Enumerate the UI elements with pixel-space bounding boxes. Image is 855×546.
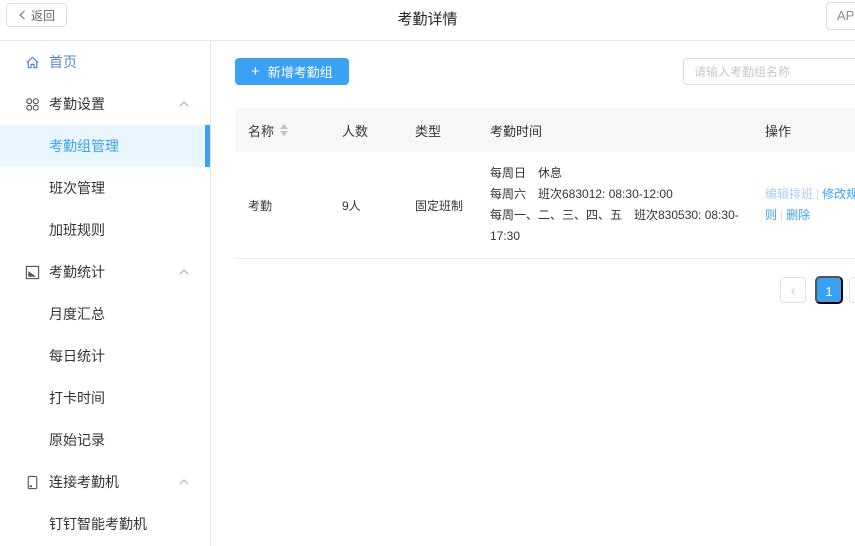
sidebar-item-label: 每日统计 — [49, 346, 105, 366]
cell-type: 固定班制 — [415, 197, 490, 214]
sidebar-item-dingtalk-smart-device[interactable]: 钉钉智能考勤机 — [0, 503, 210, 545]
chevron-up-icon — [179, 269, 189, 275]
sidebar-item-shift-management[interactable]: 班次管理 — [0, 167, 210, 209]
search-input[interactable] — [683, 58, 855, 85]
sidebar-item-overtime-rules[interactable]: 加班规则 — [0, 209, 210, 251]
cell-schedule: 每周日 休息 每周六 班次683012: 08:30-12:00 每周一、二、三… — [490, 163, 765, 247]
plus-icon: + — [251, 64, 260, 79]
sidebar-item-clock-times[interactable]: 打卡时间 — [0, 377, 210, 419]
table-row: 考勤 9人 固定班制 每周日 休息 每周六 班次683012: 08:30-12… — [235, 152, 855, 259]
header-actions: 操作 — [765, 121, 855, 140]
sidebar-item-raw-records[interactable]: 原始记录 — [0, 419, 210, 461]
sidebar-item-label: 原始记录 — [49, 430, 105, 450]
pagination-page-1[interactable]: 1 — [815, 276, 843, 304]
sidebar-item-label: 钉钉智能考勤机 — [49, 514, 147, 534]
sidebar-item-label: 考勤设置 — [49, 94, 105, 114]
header-count: 人数 — [342, 121, 415, 140]
top-right-button[interactable]: AP — [826, 2, 855, 30]
cell-name: 考勤 — [235, 197, 342, 214]
delete-link[interactable]: 删除 — [786, 208, 810, 222]
sidebar-item-label: 首页 — [49, 52, 77, 72]
header-name-label: 名称 — [248, 121, 274, 140]
cell-count: 9人 — [342, 197, 415, 214]
sidebar-item-label: 打卡时间 — [49, 388, 105, 408]
chevron-up-icon — [179, 101, 189, 107]
add-attendance-group-button[interactable]: + 新增考勤组 — [235, 58, 349, 85]
sidebar-item-label: 月度汇总 — [49, 304, 105, 324]
attendance-device-icon — [24, 474, 40, 490]
top-bar: 返回 考勤详情 AP — [0, 0, 855, 41]
attendance-settings-icon — [24, 96, 40, 112]
sidebar-item-label: 班次管理 — [49, 178, 105, 198]
attendance-stats-icon — [24, 264, 40, 280]
sort-control[interactable]: 名称 — [248, 121, 288, 140]
main-content: + 新增考勤组 名称 人数 类型 考勤时间 操作 考勤 9人 固定班制 每周日 … — [211, 41, 855, 546]
header-name: 名称 — [235, 121, 342, 140]
schedule-line: 每周六 班次683012: 08:30-12:00 — [490, 184, 765, 205]
edit-schedule-link[interactable]: 编辑排班 — [765, 187, 813, 201]
table-header-row: 名称 人数 类型 考勤时间 操作 — [235, 108, 855, 152]
sidebar-item-monthly-summary[interactable]: 月度汇总 — [0, 293, 210, 335]
sidebar-item-label: 加班规则 — [49, 220, 105, 240]
header-time: 考勤时间 — [490, 121, 765, 140]
attendance-group-table: 名称 人数 类型 考勤时间 操作 考勤 9人 固定班制 每周日 休息 每周六 班… — [235, 108, 855, 259]
pagination-next-button[interactable]: › — [849, 277, 855, 303]
page-title: 考勤详情 — [0, 0, 855, 40]
sort-icon — [280, 124, 288, 136]
sidebar-item-label: 连接考勤机 — [49, 472, 119, 492]
sidebar-item-label: 考勤统计 — [49, 262, 105, 282]
sidebar-item-attendance-group-management[interactable]: 考勤组管理 — [0, 125, 210, 167]
action-separator: | — [780, 208, 783, 222]
sidebar-item-attendance-stats[interactable]: 考勤统计 — [0, 251, 210, 293]
schedule-line: 每周一、二、三、四、五 班次830530: 08:30-17:30 — [490, 205, 765, 247]
sidebar-item-attendance-settings[interactable]: 考勤设置 — [0, 83, 210, 125]
cell-actions: 编辑排班|修改规则|删除 — [765, 184, 855, 226]
sidebar-item-home[interactable]: 首页 — [0, 41, 210, 83]
home-icon — [24, 54, 40, 70]
add-button-label: 新增考勤组 — [268, 62, 333, 81]
sidebar-item-connect-device[interactable]: 连接考勤机 — [0, 461, 210, 503]
schedule-line: 每周日 休息 — [490, 163, 765, 184]
action-separator: | — [816, 187, 819, 201]
sidebar-item-label: 考勤组管理 — [49, 136, 119, 156]
sidebar-item-daily-stats[interactable]: 每日统计 — [0, 335, 210, 377]
sidebar: 首页 考勤设置 考勤组管理 班次管理 加班规则 考勤统计 月度汇总 每日统计 打… — [0, 41, 211, 546]
header-type: 类型 — [415, 121, 490, 140]
chevron-up-icon — [179, 479, 189, 485]
pagination-prev-button[interactable]: ‹ — [780, 277, 806, 303]
